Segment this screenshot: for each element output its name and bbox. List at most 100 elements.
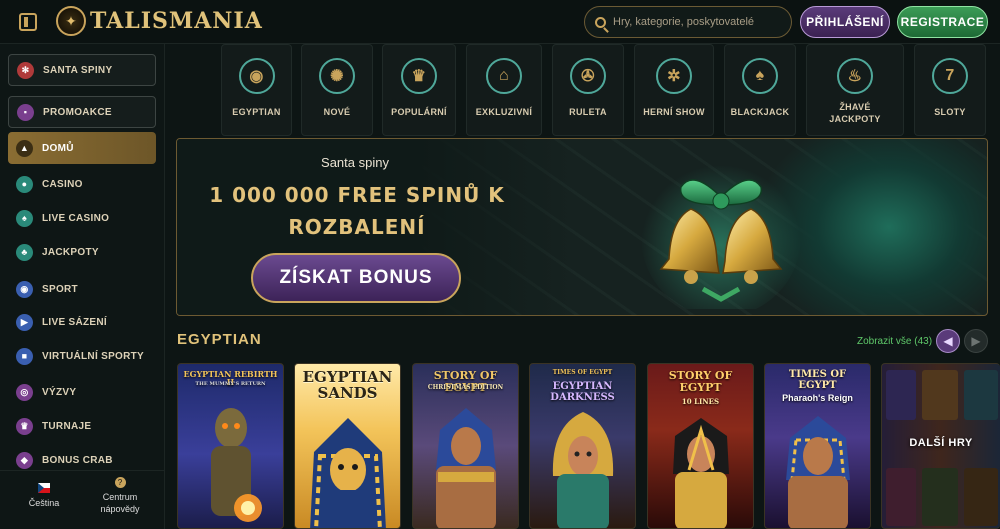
search-input[interactable]	[613, 16, 783, 28]
cleopatra-figure-icon	[552, 412, 613, 528]
register-button[interactable]: REGISTRACE	[897, 6, 988, 38]
sidebar-item-sport[interactable]: ◉ SPORT	[8, 273, 156, 305]
casino-chip-icon: ●	[16, 175, 33, 193]
sidebar-item-label: DOMŮ	[42, 142, 74, 154]
crown-icon: ♛	[401, 58, 437, 94]
mummy-figure-icon	[210, 408, 262, 522]
game-card[interactable]: TIMES OF EGYPT EGYPTIAN DARKNESS	[529, 363, 636, 529]
category-popularni[interactable]: ♛ POPULÁRNÍ	[382, 44, 456, 136]
chevron-right-icon: ▶	[971, 334, 981, 348]
category-label: BLACKJACK	[730, 107, 790, 117]
sidebar-item-label: SANTA SPINY	[43, 64, 113, 76]
sidebar-item-domu[interactable]: ▲ DOMŮ	[8, 132, 156, 164]
sidebar-item-live-sazeni[interactable]: ▶ LIVE SÁZENÍ	[8, 306, 156, 338]
category-ruleta[interactable]: ✇ RULETA	[552, 44, 624, 136]
sidebar-item-promoakce[interactable]: ▪ PROMOAKCE	[8, 96, 156, 128]
logo[interactable]: ✦ TALISMANIA	[56, 6, 263, 36]
category-label: HERNÍ SHOW	[643, 107, 705, 117]
view-all-link[interactable]: Zobrazit vše (43)	[857, 336, 932, 347]
search-icon	[595, 16, 606, 28]
sidebar-item-label: CASINO	[42, 178, 83, 190]
spade-card-icon: ♠	[742, 58, 778, 94]
login-button[interactable]: PŘIHLÁŠENÍ	[800, 6, 890, 38]
help-icon: ?	[114, 477, 126, 488]
category-zhave-jackpoty[interactable]: ♨ ŽHAVÉ JACKPOTY	[806, 44, 904, 136]
crab-icon: ◆	[16, 451, 33, 469]
sidebar-item-label: BONUS CRAB	[42, 454, 113, 466]
category-label: EXKLUZIVNÍ	[475, 107, 533, 117]
sidebar-item-jackpoty[interactable]: ♣ JACKPOTY	[8, 236, 156, 268]
fire-icon: ♨	[837, 58, 873, 94]
roulette-icon: ✇	[570, 58, 606, 94]
ball-icon: ◉	[16, 280, 33, 298]
category-label: EGYPTIAN	[232, 107, 281, 117]
pharaoh-reign-icon	[785, 416, 850, 528]
help-label: Centrum nápovědy	[100, 492, 140, 514]
sidebar-item-label: LIVE SÁZENÍ	[42, 316, 107, 328]
game-subtitle: TIMES OF EGYPT	[552, 369, 613, 376]
game-subtitle: THE MUMMY'S RETURN	[195, 381, 266, 387]
game-subtitle: 10 LINES	[681, 397, 720, 406]
carousel-prev-button[interactable]: ◀	[936, 329, 960, 353]
category-nove[interactable]: ✺ NOVÉ	[301, 44, 373, 136]
spade-icon: ♠	[16, 209, 33, 227]
more-games-tile[interactable]: DALŠÍ HRY	[881, 363, 1000, 529]
search-box[interactable]	[584, 6, 792, 38]
language-label: Čeština	[28, 498, 60, 508]
scarab-logo-icon: ✦	[56, 6, 86, 36]
sidebar-item-casino[interactable]: ● CASINO	[8, 168, 156, 200]
sidebar-item-live-casino[interactable]: ♠ LIVE CASINO	[8, 202, 156, 234]
game-subtitle: CHRISTMAS EDITION	[427, 384, 504, 391]
category-label: NOVÉ	[323, 107, 351, 117]
top-header: ✦ TALISMANIA PŘIHLÁŠENÍ REGISTRACE	[0, 0, 1000, 44]
czech-flag-icon	[38, 483, 50, 493]
promo-banner[interactable]: Santa spiny 1 000 000 FREE SPINŮ K ROZBA…	[176, 138, 988, 316]
sidebar-item-label: LIVE CASINO	[42, 212, 110, 224]
temple-icon: ⌂	[486, 58, 522, 94]
pyramid-icon: ▲	[16, 139, 33, 157]
game-card[interactable]: STORY OF EGYPT CHRISTMAS EDITION	[412, 363, 519, 529]
category-label: RULETA	[569, 107, 607, 117]
egyptian-queen-icon	[672, 418, 729, 528]
game-card[interactable]: EGYPTIAN REBIRTH II THE MUMMY'S RETURN	[177, 363, 284, 529]
sidebar-item-label: PROMOAKCE	[43, 106, 112, 118]
category-sloty[interactable]: 7 SLOTY	[914, 44, 986, 136]
logo-text: TALISMANIA	[90, 8, 263, 34]
get-bonus-button[interactable]: ZÍSKAT BONUS	[251, 253, 461, 303]
game-card[interactable]: EGYPTIAN SANDS	[294, 363, 401, 529]
sidebar-item-label: SPORT	[42, 283, 78, 295]
help-center-link[interactable]: ? Centrum nápovědy	[86, 477, 154, 515]
game-card[interactable]: TIMES OF EGYPT Pharaoh's Reign	[764, 363, 871, 529]
more-games-label: DALŠÍ HRY	[909, 437, 973, 449]
sidebar-toggle-icon[interactable]	[19, 13, 37, 31]
game-title: EGYPTIAN DARKNESS	[550, 381, 615, 403]
game-title: TIMES OF EGYPT	[788, 369, 847, 391]
language-selector[interactable]: Čeština	[12, 483, 76, 508]
category-exkluzivni[interactable]: ⌂ EXKLUZIVNÍ	[466, 44, 542, 136]
sidebar-item-turnaje[interactable]: ♛ TURNAJE	[8, 410, 156, 442]
game-title: STORY OF EGYPT	[668, 369, 733, 394]
eye-of-horus-icon: ◉	[238, 58, 275, 94]
category-label: ŽHAVÉ JACKPOTY	[829, 102, 881, 124]
wheel-icon: ✲	[656, 58, 692, 94]
christmas-bells-icon	[641, 157, 801, 309]
snowflake-icon: ✻	[17, 61, 34, 79]
category-label: SLOTY	[934, 107, 966, 117]
sidebar-item-virtualni-sporty[interactable]: ■ VIRTUÁLNÍ SPORTY	[8, 340, 156, 372]
sidebar-item-label: VÝZVY	[42, 386, 77, 398]
category-herni-show[interactable]: ✲ HERNÍ SHOW	[634, 44, 714, 136]
sidebar-item-santa-spiny[interactable]: ✻ SANTA SPINY	[8, 54, 156, 86]
category-blackjack[interactable]: ♠ BLACKJACK	[724, 44, 796, 136]
play-icon: ▶	[16, 313, 33, 331]
category-egyptian[interactable]: ◉ EGYPTIAN	[221, 44, 292, 136]
clover-icon: ♣	[16, 243, 33, 261]
carousel-next-button[interactable]: ▶	[964, 329, 988, 353]
game-card[interactable]: STORY OF EGYPT 10 LINES	[647, 363, 754, 529]
sidebar: ✻ SANTA SPINY ▪ PROMOAKCE ▲ DOMŮ ● CASIN…	[0, 44, 165, 529]
pharaoh-mask-icon	[309, 418, 386, 528]
section-title: EGYPTIAN	[177, 331, 262, 348]
sidebar-item-label: TURNAJE	[42, 420, 92, 432]
sidebar-item-label: VIRTUÁLNÍ SPORTY	[42, 350, 145, 362]
category-label: POPULÁRNÍ	[391, 107, 447, 117]
sidebar-item-vyzvy[interactable]: ◎ VÝZVY	[8, 376, 156, 408]
